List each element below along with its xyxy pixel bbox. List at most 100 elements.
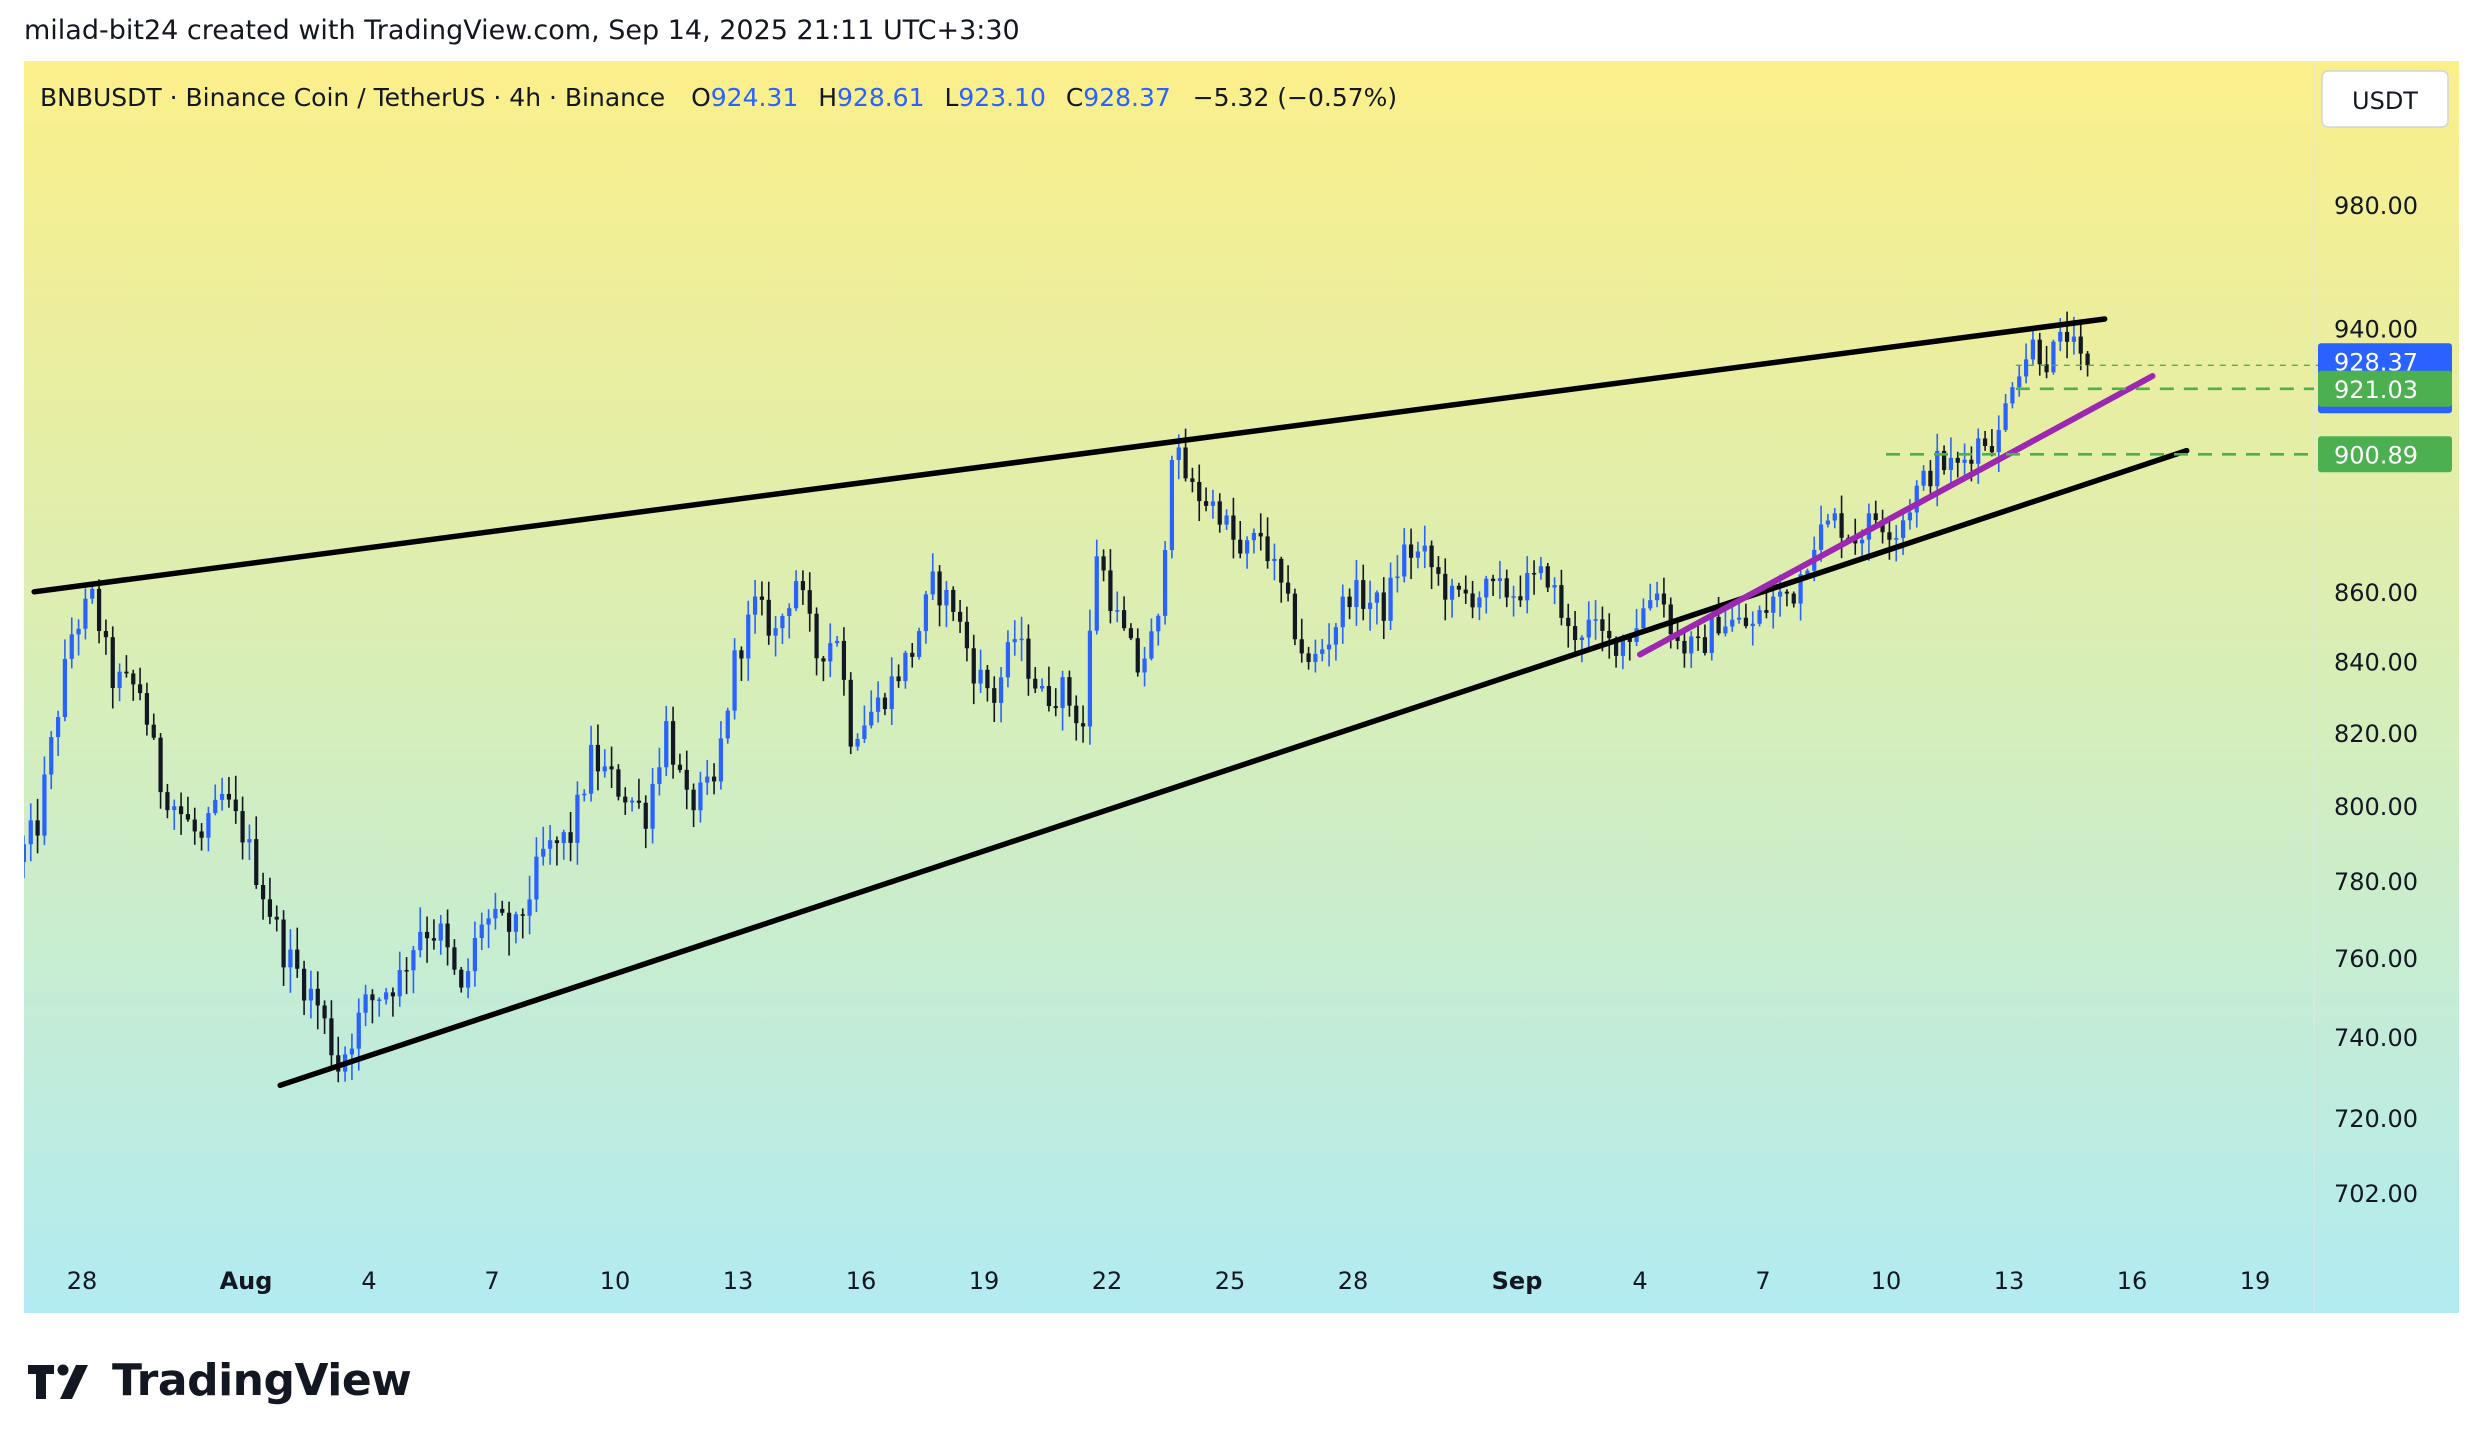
candle-body [1484, 578, 1489, 598]
candlestick-chart[interactable]: 928.3702:19:00921.03900.89 980.00940.008… [24, 61, 2459, 1313]
candle-body [158, 737, 163, 793]
candle [1169, 455, 1175, 559]
candle-body [1641, 608, 1646, 629]
candle-body [1921, 470, 1926, 486]
candle-body [752, 596, 758, 615]
candle [916, 627, 922, 660]
price-tick-label: 780.00 [2334, 868, 2418, 896]
candle-body [1572, 626, 1578, 641]
legend-close-label: C [1066, 83, 1083, 112]
candle-body [1791, 593, 1796, 604]
candle-body [527, 899, 532, 916]
candle-body [957, 611, 963, 622]
candle-body [1702, 637, 1708, 653]
candle-body [308, 988, 314, 1001]
candle-body [1374, 592, 1380, 603]
price-tick-label: 740.00 [2334, 1024, 2418, 1052]
price-tick-label: 720.00 [2334, 1105, 2418, 1133]
candle-body [1976, 438, 1981, 464]
candle-body [1422, 545, 1427, 552]
candle-body [1518, 596, 1523, 601]
candle-body [1559, 585, 1564, 618]
candle-body [472, 938, 478, 972]
candle-body [1497, 578, 1503, 582]
candle-body [383, 992, 389, 1000]
candle-body [69, 634, 74, 659]
candle-body [1005, 642, 1011, 678]
candle-body [452, 947, 457, 970]
level-badge[interactable]: 900.89 [2318, 436, 2452, 473]
candle-body [1217, 501, 1222, 525]
candle-body [657, 767, 662, 784]
candle-body [83, 598, 88, 629]
candle-body [1449, 585, 1455, 600]
candle-body [1121, 610, 1127, 629]
candle-body [2023, 359, 2029, 377]
candle-body [124, 671, 129, 674]
level-badge[interactable]: 921.03 [2318, 370, 2452, 407]
candle-body [1292, 593, 1298, 640]
candle-body [513, 914, 519, 932]
candle-body [1203, 501, 1209, 506]
currency-button[interactable]: USDT [2321, 70, 2449, 128]
candle-body [479, 924, 484, 939]
chart-caption: milad-bit24 created with TradingView.com… [24, 15, 1020, 46]
candle-body [1115, 610, 1120, 612]
candle-body [1777, 591, 1783, 597]
candle-body [288, 949, 293, 968]
time-tick-label: 10 [1871, 1267, 1902, 1295]
candle-body [1955, 457, 1960, 463]
candle-body [780, 615, 785, 629]
candle [1292, 588, 1298, 646]
candle-body [2017, 376, 2022, 388]
candle-body [588, 744, 594, 794]
candle-body [459, 969, 464, 988]
candle-body [1429, 545, 1434, 568]
candle-body [1244, 540, 1250, 554]
price-tick-label: 940.00 [2334, 315, 2418, 343]
candle-body [1600, 619, 1605, 631]
candle-body [1443, 573, 1448, 600]
time-tick-label: 7 [1755, 1267, 1770, 1295]
candle-body [1873, 513, 1878, 521]
candle-body [807, 590, 812, 614]
candle-body [1907, 512, 1913, 521]
candle-body [404, 970, 409, 972]
candle-body [1046, 686, 1052, 707]
candle-body [1784, 591, 1790, 594]
candle-body [1354, 580, 1359, 608]
candle-body [1367, 602, 1373, 609]
legend-close-value: 928.37 [1083, 83, 1170, 112]
candle-body [636, 800, 642, 803]
candle-body [110, 637, 115, 688]
candle-body [151, 724, 156, 738]
candle-body [226, 793, 232, 800]
candle-body [117, 671, 122, 688]
candle-body [1258, 532, 1263, 537]
candle-body [1456, 585, 1462, 590]
tradingview-brand[interactable]: TradingView [28, 1355, 412, 1406]
candle-body [1381, 592, 1386, 621]
candle-body [609, 766, 614, 770]
legend-low-label: L [944, 83, 958, 112]
candle-body [1989, 445, 1995, 453]
candle-body [1176, 447, 1181, 461]
candle-body [247, 839, 252, 843]
candle-body [137, 684, 143, 694]
symbol-legend[interactable]: BNBUSDT · Binance Coin / TetherUS · 4h ·… [40, 83, 1397, 112]
candle-body [1142, 658, 1147, 673]
price-tick-label: 840.00 [2334, 649, 2418, 677]
candle-body [301, 968, 307, 1001]
candle-body [2051, 341, 2056, 373]
candle-body [1285, 582, 1291, 594]
time-tick-label: 10 [600, 1267, 631, 1295]
chart-area[interactable]: 928.3702:19:00921.03900.89 980.00940.008… [24, 61, 2459, 1313]
candle-body [1408, 544, 1414, 558]
candle-body [1087, 630, 1093, 727]
candle-body [165, 792, 170, 811]
candle-body [24, 844, 27, 863]
candle-body [1579, 637, 1585, 641]
candle-body [35, 820, 40, 836]
candle-body [1361, 580, 1366, 609]
candle-body [759, 596, 765, 600]
